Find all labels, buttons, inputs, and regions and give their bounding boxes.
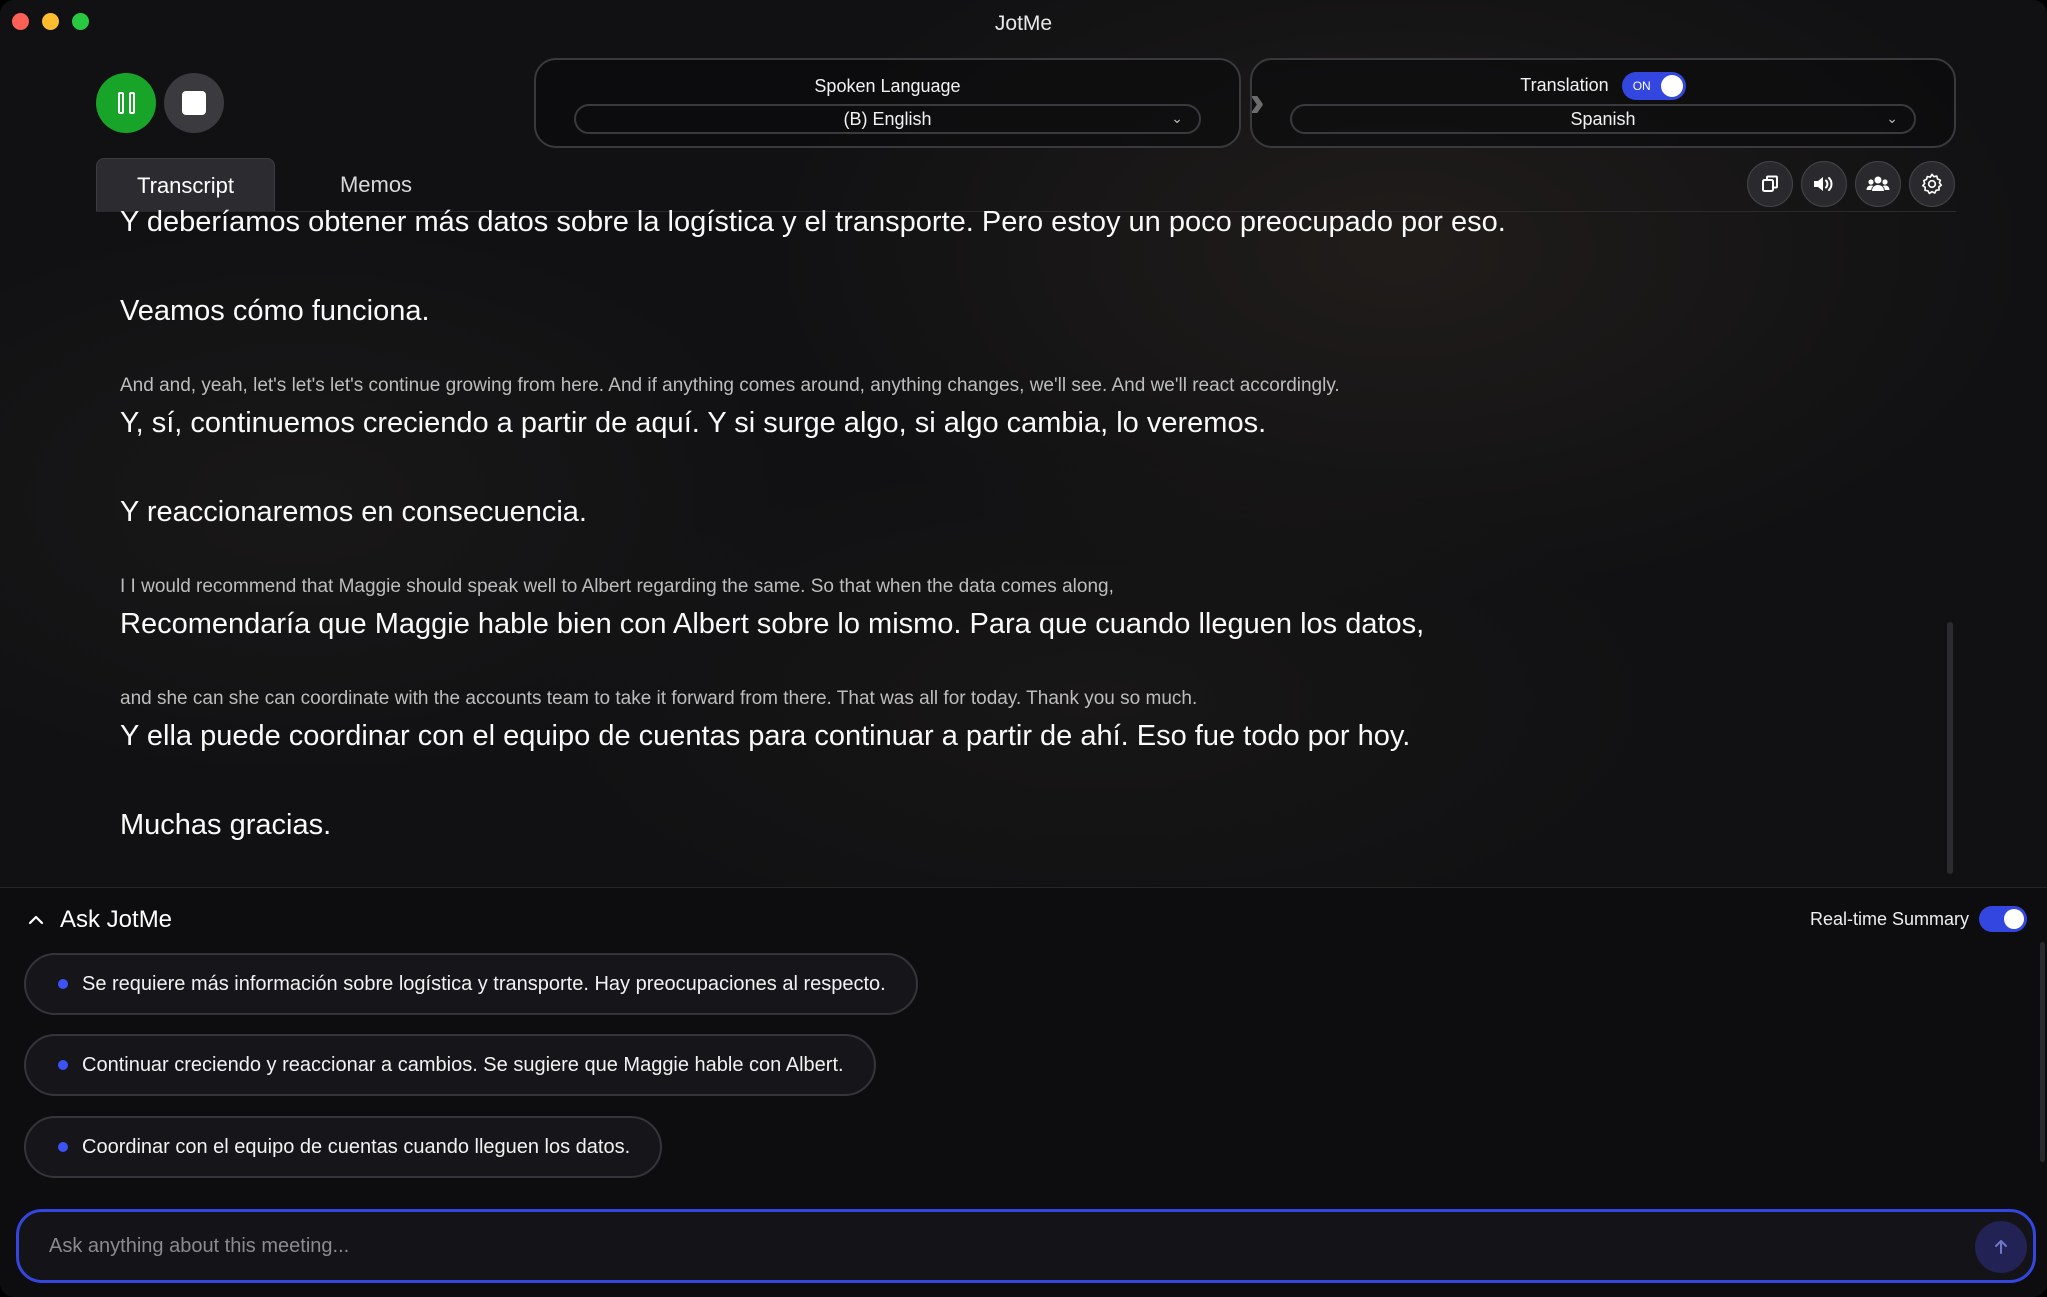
summary-suggestion[interactable]: Se requiere más información sobre logíst… (24, 953, 918, 1015)
pause-button[interactable] (96, 73, 156, 133)
suggestion-text: Se requiere más información sobre logíst… (82, 972, 886, 995)
realtime-summary-label: Real-time Summary (1809, 908, 1969, 929)
transcript-line: Recomendaría que Maggie hable bien con A… (120, 608, 1425, 640)
ask-input[interactable] (49, 1212, 1969, 1280)
chevron-down-icon: ⌄ (1171, 110, 1183, 126)
tab-transcript[interactable]: Transcript (96, 158, 275, 212)
chevron-up-icon[interactable] (28, 912, 44, 928)
spoken-language-select[interactable]: (B) English ⌄ (574, 104, 1201, 134)
toggle-knob (2004, 909, 2024, 929)
copy-icon (1762, 175, 1778, 192)
ask-header[interactable]: Ask JotMe (28, 906, 172, 934)
people-icon (1866, 176, 1890, 191)
spoken-language-label: Spoken Language (814, 76, 961, 96)
stop-icon (182, 91, 206, 115)
tab-memos[interactable]: Memos (320, 158, 432, 212)
translation-label: Translation (1520, 74, 1609, 95)
transcript-line: and she can she can coordinate with the … (120, 688, 1198, 709)
bullet-dot (58, 1060, 68, 1070)
translation-panel: Translation ON Spanish ⌄ (1250, 58, 1956, 148)
toggle-knob (1660, 75, 1683, 97)
app-window: JotMe Spoken Language (B) English ⌄ ›› T… (0, 0, 2047, 1297)
gear-icon (1922, 173, 1943, 195)
ask-input-box (16, 1209, 2036, 1283)
transcript-line: Muchas gracias. (120, 809, 332, 841)
summary-suggestion[interactable]: Continuar creciendo y reaccionar a cambi… (24, 1034, 876, 1096)
copy-button[interactable] (1747, 161, 1793, 207)
transcript-line: And and, yeah, let's let's let's continu… (120, 375, 1340, 396)
chevron-down-icon: ⌄ (1886, 110, 1898, 126)
title-bar: JotMe (0, 0, 2047, 46)
stop-button[interactable] (164, 73, 224, 133)
speaker-icon (1814, 177, 1833, 191)
transcript-scrollbar[interactable] (1947, 622, 1953, 874)
panel-scrollbar[interactable] (2040, 942, 2045, 1162)
realtime-summary-toggle[interactable] (1979, 906, 2027, 932)
pause-icon (117, 92, 135, 114)
suggestion-text: Coordinar con el equipo de cuentas cuand… (82, 1135, 631, 1158)
ask-panel: Ask JotMe Real-time Summary Se requiere … (0, 887, 2047, 1297)
ask-title: Ask JotMe (60, 906, 173, 933)
translation-language-value: Spanish (1570, 108, 1636, 129)
transcript-line: Y deberíamos obtener más datos sobre la … (120, 206, 1506, 238)
transcript-line: Y reaccionaremos en consecuencia. (120, 496, 587, 528)
translation-toggle-text: ON (1632, 79, 1651, 93)
window-title: JotMe (994, 12, 1053, 35)
bullet-dot (58, 979, 68, 989)
settings-button[interactable] (1909, 161, 1955, 207)
transcript-line: Veamos cómo funciona. (120, 295, 430, 327)
transcript-line: I I would recommend that Maggie should s… (120, 576, 1114, 597)
suggestion-text: Continuar creciendo y reaccionar a cambi… (82, 1053, 844, 1076)
speaker-button[interactable] (1801, 161, 1847, 207)
transcript-line: Y, sí, continuemos creciendo a partir de… (120, 407, 1267, 439)
transcript-area: Y deberíamos obtener más datos sobre la … (120, 205, 1920, 875)
transcript-line: Y ella puede coordinar con el equipo de … (120, 720, 1411, 752)
spoken-language-value: (B) English (843, 108, 932, 129)
bullet-dot (58, 1142, 68, 1152)
arrow-up-icon (1995, 1240, 2007, 1254)
send-button[interactable] (1975, 1221, 2027, 1273)
participants-button[interactable] (1855, 161, 1901, 207)
spoken-language-panel: Spoken Language (B) English ⌄ (534, 58, 1241, 148)
translation-language-select[interactable]: Spanish ⌄ (1290, 104, 1916, 134)
realtime-summary-control: Real-time Summary (1810, 906, 2027, 932)
summary-suggestion[interactable]: Coordinar con el equipo de cuentas cuand… (24, 1116, 663, 1178)
translation-toggle[interactable]: ON (1621, 72, 1686, 100)
